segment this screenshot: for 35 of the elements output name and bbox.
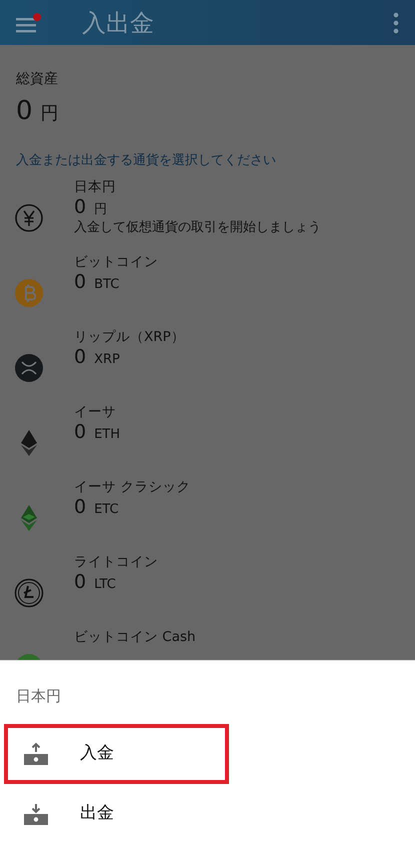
cash-upload-icon xyxy=(23,740,49,766)
coin-icon xyxy=(14,278,44,308)
currency-unit: BTC xyxy=(94,276,120,294)
menu-icon[interactable] xyxy=(16,12,42,34)
balance-amount: 0 xyxy=(74,421,86,444)
x-coin-icon xyxy=(14,352,44,382)
currency-name[interactable]: イーサ xyxy=(74,404,120,422)
balance-amount: 0 xyxy=(74,271,86,294)
sheet-title: 日本円 xyxy=(15,686,62,707)
currency-name[interactable]: ビットコイン Cash xyxy=(74,628,196,646)
currency-name[interactable]: リップル（XRP） xyxy=(74,328,185,346)
yen-circle-icon xyxy=(14,202,44,232)
currency-name[interactable]: イーサ クラシック xyxy=(74,478,190,496)
balance-amount: 0 xyxy=(74,571,86,594)
balance-amount: 0 xyxy=(74,496,86,519)
total-assets-label: 総資産 xyxy=(16,70,59,89)
more-options-icon[interactable] xyxy=(393,12,399,34)
total-assets-amount: 0 xyxy=(16,98,33,124)
hint-text: 入金して仮想通貨の取引を開始しましょう xyxy=(74,220,321,236)
balance-amount: 0 xyxy=(74,196,86,219)
currency-unit: 円 xyxy=(40,102,59,126)
currency-unit: ETC xyxy=(94,501,119,520)
balance-amount: 0 xyxy=(74,346,86,369)
currency-name[interactable]: ビットコイン xyxy=(74,254,158,272)
currency-name[interactable]: 日本円 xyxy=(74,178,321,196)
currency-unit: LTC xyxy=(94,576,116,594)
deposit-button[interactable]: 入金 xyxy=(4,724,229,784)
currency-name[interactable]: ライトコイン xyxy=(74,554,158,572)
withdraw-button[interactable]: 出金 xyxy=(4,784,229,844)
currency-unit: XRP xyxy=(94,351,120,370)
l-coin-icon xyxy=(14,578,44,608)
screen-title: 入出金 xyxy=(82,8,155,38)
currency-unit: ETH xyxy=(94,426,120,444)
instruction-text: 入金または出金する通貨を選択してください xyxy=(16,152,277,170)
currency-unit: 円 xyxy=(94,201,108,220)
